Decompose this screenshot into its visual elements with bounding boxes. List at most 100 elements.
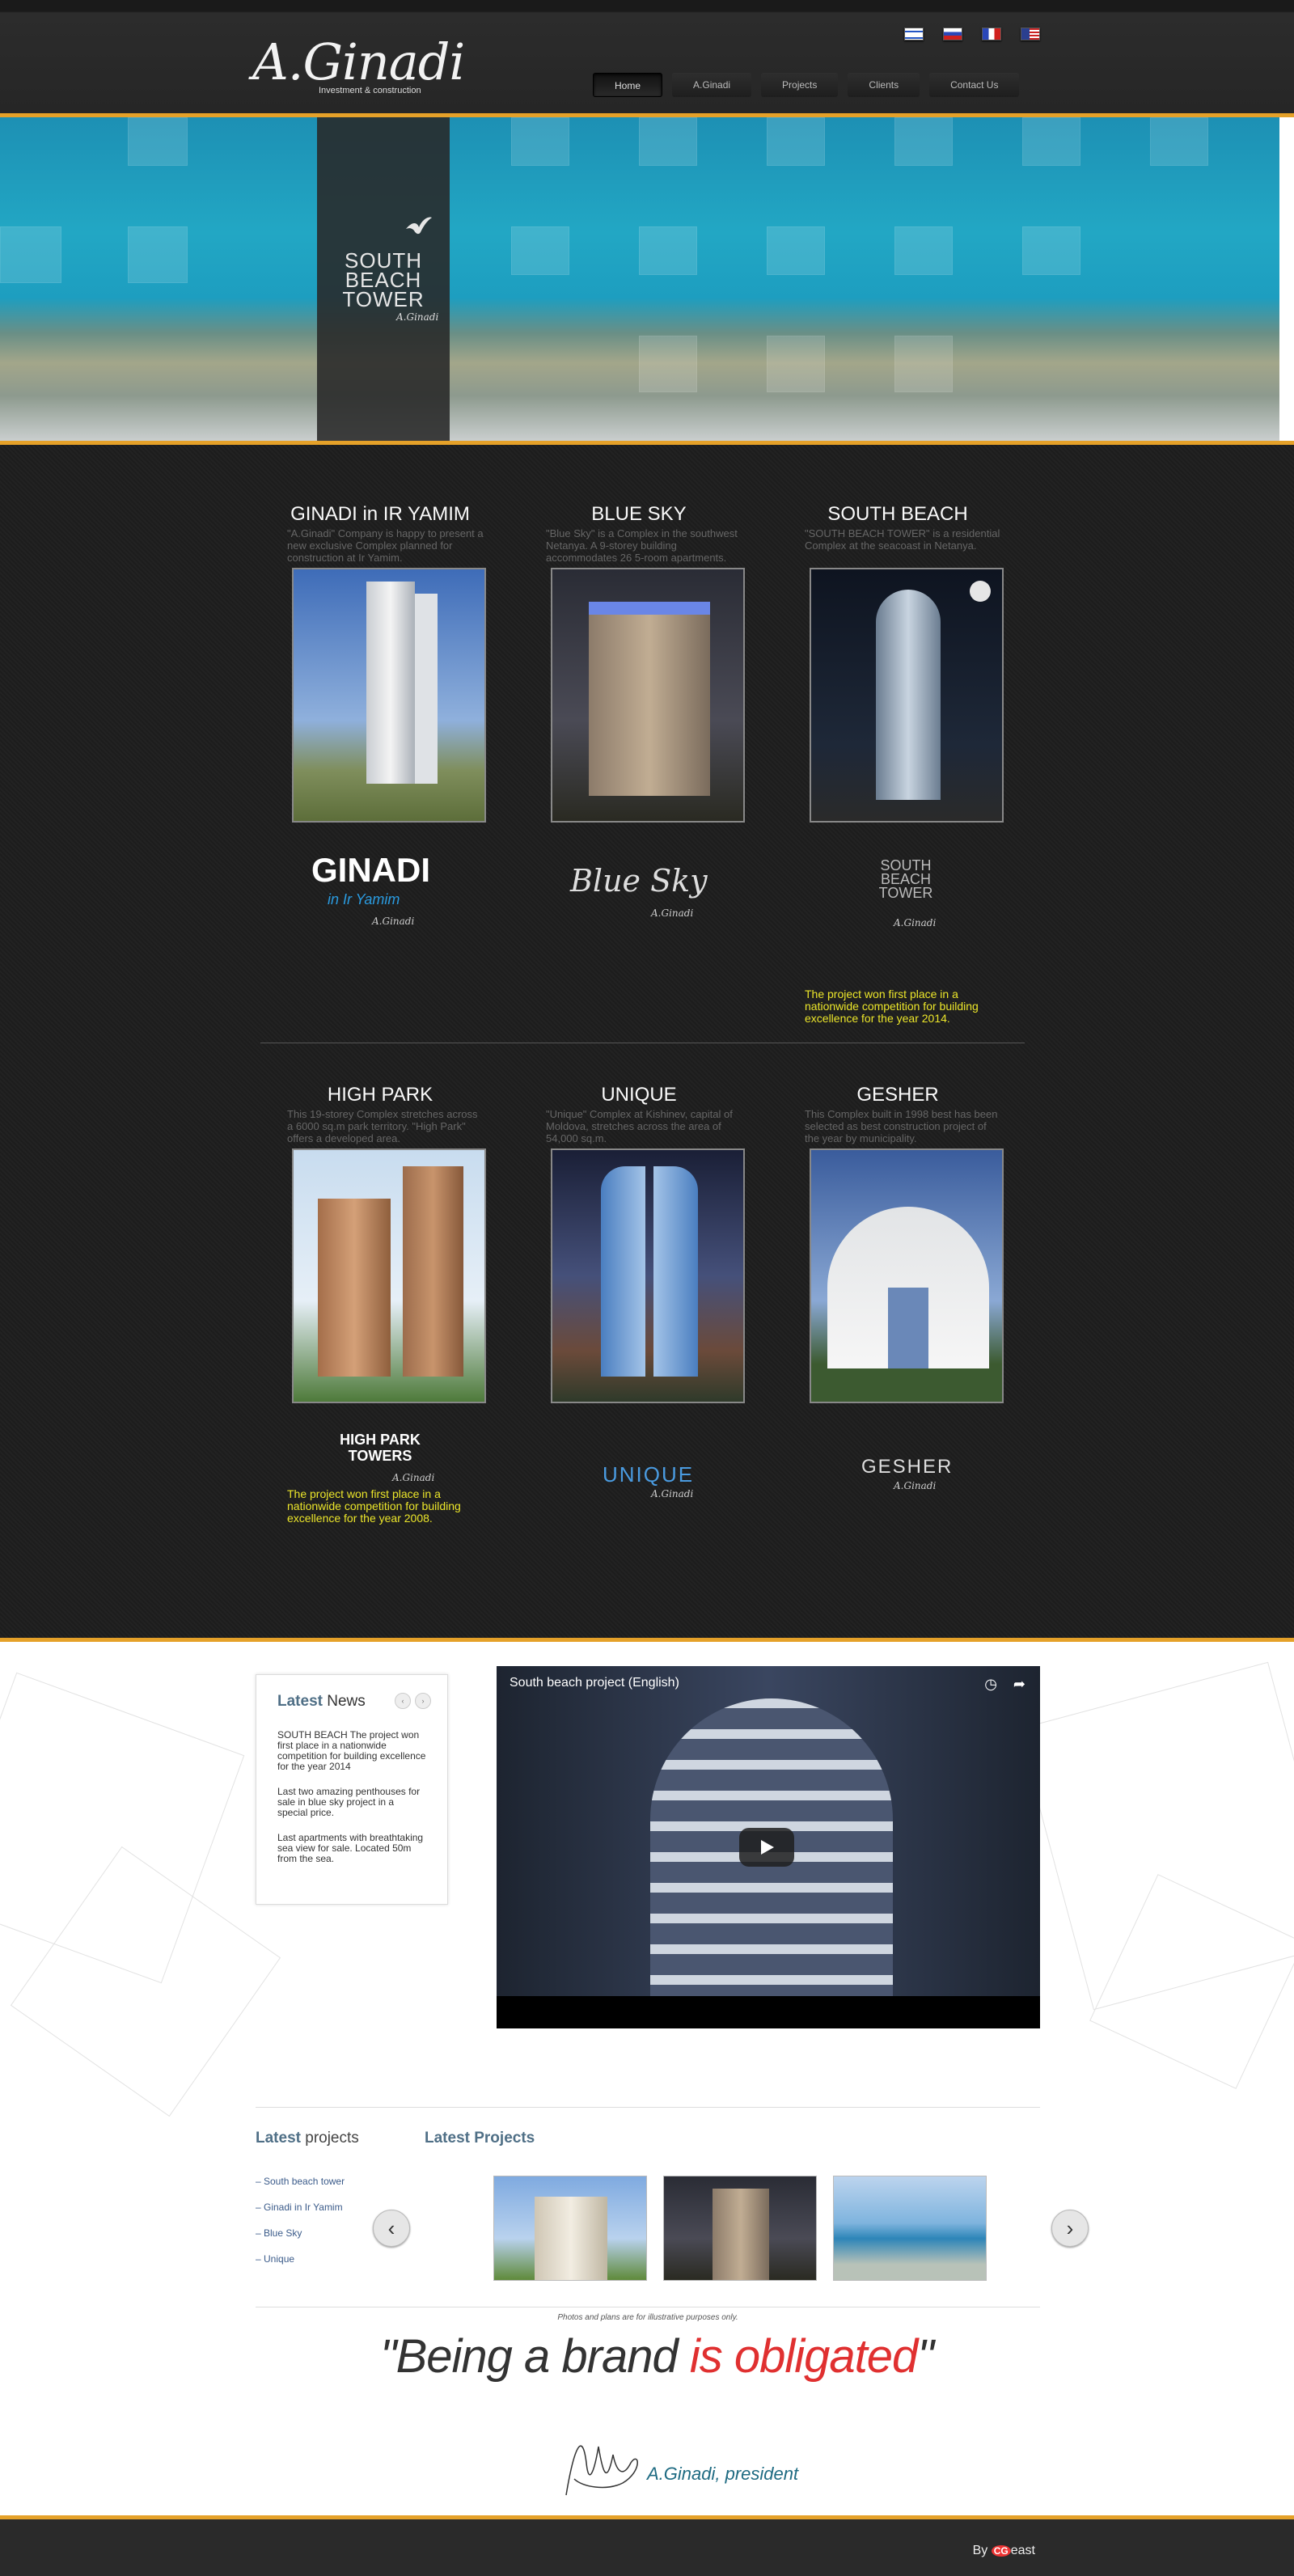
hero-banner: SOUTH BEACH TOWER A.Ginadi: [0, 117, 1294, 445]
project-title[interactable]: UNIQUE: [538, 1084, 740, 1108]
video-player[interactable]: South beach project (English) ◷ ➦: [497, 1666, 1040, 2028]
banner-tile: [767, 336, 825, 392]
usa-flag-icon[interactable]: [1021, 27, 1040, 40]
logo-signature: A.Ginadi: [372, 916, 415, 927]
latest-project-link[interactable]: – Blue Sky: [256, 2227, 345, 2239]
project-image[interactable]: [551, 568, 745, 823]
banner-signature: A.Ginadi: [396, 311, 439, 323]
project-description: This 19-storey Complex stretches across …: [287, 1108, 478, 1144]
banner-tile: [1022, 117, 1080, 166]
nav-home[interactable]: Home: [593, 73, 663, 97]
project-description: "A.Ginadi" Company is happy to present a…: [287, 527, 484, 564]
banner-tile: [511, 117, 569, 166]
banner-tile: [128, 226, 188, 283]
project-card[interactable]: HIGH PARK This 19-storey Complex stretch…: [279, 1084, 486, 1525]
banner-tile: [1150, 117, 1208, 166]
developer-credit[interactable]: By CG east: [973, 2544, 1035, 2558]
nav-projects[interactable]: Projects: [761, 73, 839, 97]
gallery-thumbnail[interactable]: [833, 2176, 987, 2281]
project-award: The project won first place in a nationw…: [287, 1487, 461, 1525]
project-logo: GESHER A.Ginadi: [813, 1407, 999, 1496]
slogan-highlight: is obligated: [689, 2330, 918, 2383]
gesher-logo-text: GESHER: [861, 1456, 954, 1478]
play-button[interactable]: [739, 1828, 794, 1867]
project-image[interactable]: [810, 568, 1004, 823]
banner-tile: [894, 117, 953, 166]
logo-signature: A.Ginadi: [894, 1480, 937, 1491]
credit-by: By: [972, 2544, 992, 2557]
banner-tile: [767, 226, 825, 275]
slogan-part: "Being a brand: [380, 2330, 690, 2383]
video-title[interactable]: South beach project (English): [510, 1676, 679, 1690]
banner-tile: [894, 226, 953, 275]
news-next-button[interactable]: ›: [415, 1693, 431, 1709]
logo-signature: A.Ginadi: [392, 1472, 435, 1483]
project-logo: HIGH PARK TOWERS A.Ginadi: [295, 1407, 481, 1496]
latest-project-link[interactable]: – Ginadi in Ir Yamim: [256, 2202, 345, 2213]
project-title[interactable]: GINADI in IR YAMIM: [279, 503, 481, 527]
project-image[interactable]: [551, 1148, 745, 1403]
main-nav: Home A.Ginadi Projects Clients Contact U…: [593, 73, 1020, 97]
news-prev-button[interactable]: ‹: [395, 1693, 411, 1709]
lower-section: Latest News ‹ › SOUTH BEACH The project …: [0, 1638, 1294, 2515]
play-icon: [761, 1840, 774, 1855]
project-image[interactable]: [810, 1148, 1004, 1403]
high-park-logo-text: HIGH PARK TOWERS: [340, 1432, 421, 1464]
latest-project-link[interactable]: – South beach tower: [256, 2176, 345, 2187]
gallery-prev-button[interactable]: ‹: [373, 2210, 410, 2247]
latest-projects-heading: Latest projects: [256, 2130, 359, 2147]
gallery-thumbnail[interactable]: [663, 2176, 817, 2281]
blue-sky-logo-text: Blue Sky: [570, 863, 708, 899]
banner-tile: [767, 117, 825, 166]
site-header: A.Ginadi Investment & construction Home …: [0, 0, 1294, 117]
latest-project-link[interactable]: – Unique: [256, 2253, 345, 2265]
project-card[interactable]: UNIQUE "Unique" Complex at Kishinev, cap…: [538, 1084, 745, 1499]
president-signature-image: [565, 2445, 638, 2496]
logo-signature: A.Ginadi: [894, 917, 937, 928]
site-logo[interactable]: A.Ginadi Investment & construction: [252, 32, 465, 101]
project-card[interactable]: GINADI in IR YAMIM "A.Ginadi" Company is…: [279, 503, 486, 927]
nav-clients[interactable]: Clients: [848, 73, 920, 97]
slogan-part: ": [917, 2330, 934, 2383]
clock-icon[interactable]: ◷: [984, 1676, 997, 1693]
banner-tower-line: TOWER: [342, 287, 425, 311]
disclaimer-text: Photos and plans are for illustrative pu…: [557, 2313, 738, 2322]
project-logo: SOUTH BEACH TOWER A.Ginadi: [813, 843, 999, 932]
project-description: "Blue Sky" is a Complex in the southwest…: [546, 527, 738, 564]
nav-aginadi[interactable]: A.Ginadi: [672, 73, 752, 97]
project-logo: UNIQUE A.Ginadi: [554, 1407, 740, 1499]
south-beach-logo-text: SOUTH BEACH TOWER: [878, 857, 933, 901]
gallery-thumbnail[interactable]: [493, 2176, 647, 2281]
project-card[interactable]: GESHER This Complex built in 1998 best h…: [797, 1084, 1004, 1491]
news-controls: ‹ ›: [395, 1693, 431, 1709]
project-description: "SOUTH BEACH TOWER" is a residential Com…: [805, 527, 1000, 552]
banner-tile: [639, 226, 697, 275]
project-title[interactable]: GESHER: [797, 1084, 999, 1108]
project-title[interactable]: HIGH PARK: [279, 1084, 481, 1108]
project-image[interactable]: [292, 568, 486, 823]
gallery-next-button[interactable]: ›: [1051, 2210, 1089, 2247]
latest-projects-gallery-heading: Latest Projects: [425, 2130, 535, 2147]
project-title[interactable]: SOUTH BEACH: [797, 503, 999, 527]
israel-flag-icon[interactable]: [904, 27, 924, 40]
banner-tile: [639, 336, 697, 392]
news-item[interactable]: Last two amazing penthouses for sale in …: [277, 1787, 426, 1818]
latest-projects-heading-bold: Latest: [256, 2130, 301, 2147]
news-item[interactable]: Last apartments with breathtaking sea vi…: [277, 1833, 426, 1864]
russia-flag-icon[interactable]: [943, 27, 962, 40]
share-icon[interactable]: ➦: [1013, 1676, 1025, 1693]
project-logo: Blue Sky A.Ginadi: [554, 843, 740, 932]
logo-wordmark: A.Ginadi: [252, 32, 465, 91]
news-item[interactable]: SOUTH BEACH The project won first place …: [277, 1730, 426, 1772]
project-card[interactable]: SOUTH BEACH "SOUTH BEACH TOWER" is a res…: [797, 503, 1004, 1025]
logo-signature: A.Ginadi: [651, 907, 694, 919]
france-flag-icon[interactable]: [982, 27, 1001, 40]
ginadi-logo-text: GINADI: [311, 851, 430, 889]
project-image[interactable]: [292, 1148, 486, 1403]
project-card[interactable]: BLUE SKY "Blue Sky" is a Complex in the …: [538, 503, 745, 919]
project-title[interactable]: BLUE SKY: [538, 503, 740, 527]
banner-tile: [1022, 226, 1080, 275]
nav-contact-us[interactable]: Contact Us: [929, 73, 1020, 97]
latest-projects-heading-rest: projects: [300, 2130, 359, 2147]
video-actions: ◷ ➦: [984, 1676, 1025, 1693]
